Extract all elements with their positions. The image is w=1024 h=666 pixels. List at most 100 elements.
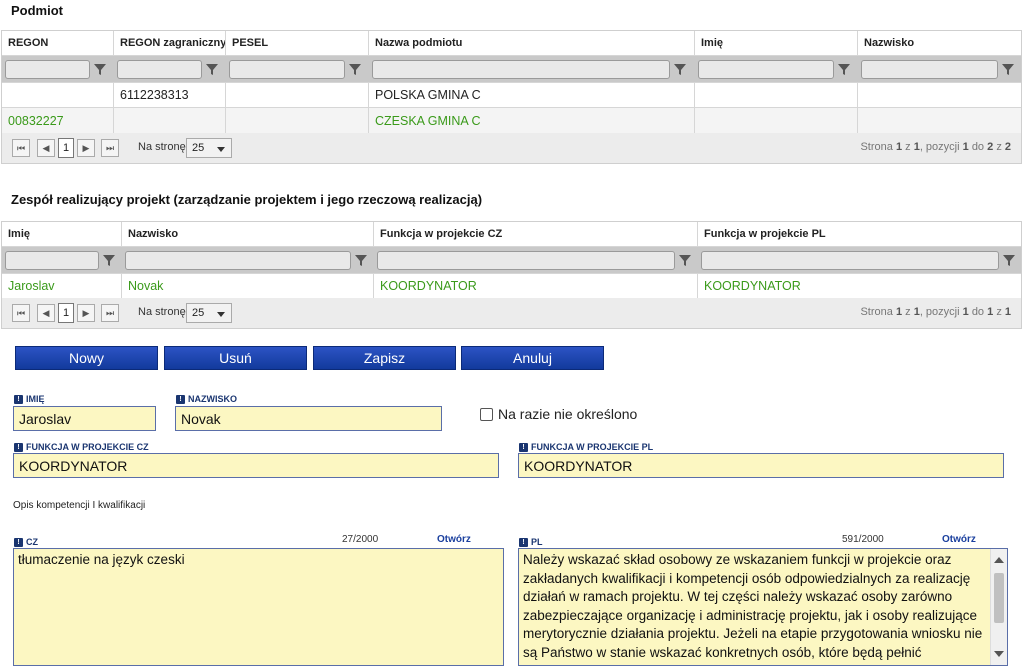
cz-open-link[interactable]: Otwórz xyxy=(437,534,471,545)
filter-funnel-icon[interactable] xyxy=(837,62,851,76)
filter-nazwisko-input[interactable] xyxy=(125,250,351,270)
cell-imie xyxy=(695,108,858,133)
col-header-funkcja-cz[interactable]: Funkcja w projekcie CZ xyxy=(374,222,698,246)
filter-imie-input[interactable] xyxy=(5,250,99,270)
table-row[interactable]: Jaroslav Novak KOORDYNATOR KOORDYNATOR xyxy=(2,274,1021,298)
delete-button[interactable]: Usuń xyxy=(164,346,307,370)
first-page-button[interactable]: ⏮ xyxy=(12,304,30,322)
filter-funkcja-pl-input[interactable] xyxy=(701,250,999,270)
zespol-grid: Imię Nazwisko Funkcja w projekcie CZ Fun… xyxy=(1,221,1022,298)
table-row[interactable]: 00832227 CZESKA GMINA C xyxy=(2,108,1021,133)
cell-regon xyxy=(2,83,114,107)
last-page-button[interactable]: ⏭ xyxy=(101,304,119,322)
col-header-nazwisko[interactable]: Nazwisko xyxy=(122,222,374,246)
pager-info: Strona 1 z 1, pozycji 1 do 2 z 2 xyxy=(860,141,1011,153)
filter-funnel-icon[interactable] xyxy=(354,253,368,267)
col-header-pesel[interactable]: PESEL xyxy=(226,31,369,55)
per-page-value: 25 xyxy=(192,142,205,154)
pl-open-link[interactable]: Otwórz xyxy=(942,534,976,545)
pl-label: ! PL xyxy=(519,537,543,547)
filter-funnel-icon[interactable] xyxy=(1001,62,1015,76)
last-page-button[interactable]: ⏭ xyxy=(101,139,119,157)
funkcja-cz-label-text: Funkcja w projekcie CZ xyxy=(26,442,149,452)
cell-nazwa: POLSKA GMINA C xyxy=(369,83,695,107)
col-header-nazwa[interactable]: Nazwa podmiotu xyxy=(369,31,695,55)
page-number-input[interactable]: 1 xyxy=(58,138,74,158)
cell-imie xyxy=(695,83,858,107)
pager-info-page: 1 xyxy=(895,306,903,318)
pl-textarea-text: Należy wskazać skład osobowy ze wskazani… xyxy=(523,552,983,665)
page-number-input[interactable]: 1 xyxy=(58,303,74,323)
cell-regon: 00832227 xyxy=(2,108,114,133)
filter-funnel-icon[interactable] xyxy=(93,62,107,76)
scroll-up-icon[interactable] xyxy=(994,557,1004,563)
col-header-imie[interactable]: Imię xyxy=(2,222,122,246)
pager-info-to: 2 xyxy=(987,141,994,153)
cz-textarea[interactable]: tłumaczenie na język czeski xyxy=(13,548,504,666)
filter-nazwa-input[interactable] xyxy=(372,59,670,79)
filter-funnel-icon[interactable] xyxy=(205,62,219,76)
new-button[interactable]: Nowy xyxy=(15,346,158,370)
pager-info-from: 1 xyxy=(962,141,969,153)
col-header-regon[interactable]: REGON xyxy=(2,31,114,55)
cell-funkcja-cz: KOORDYNATOR xyxy=(374,274,698,298)
pager-info-z: z xyxy=(996,306,1002,318)
nazwisko-label-text: Nazwisko xyxy=(188,394,237,404)
save-button[interactable]: Zapisz xyxy=(313,346,456,370)
filter-funnel-icon[interactable] xyxy=(348,62,362,76)
podmiot-title: Podmiot xyxy=(11,3,63,18)
filter-funkcja-cz-input[interactable] xyxy=(377,250,675,270)
zespol-filter-row xyxy=(2,247,1021,274)
filter-imie-input[interactable] xyxy=(698,59,834,79)
funkcja-cz-field[interactable]: KOORDYNATOR xyxy=(13,453,499,478)
chevron-down-icon xyxy=(217,312,225,317)
table-row[interactable]: 6112238313 POLSKA GMINA C xyxy=(2,83,1021,108)
filter-nazwisko-input[interactable] xyxy=(861,59,998,79)
per-page-value: 25 xyxy=(192,307,205,319)
cell-nazwa: CZESKA GMINA C xyxy=(369,108,695,133)
required-icon: ! xyxy=(14,394,23,404)
funkcja-pl-field[interactable]: KOORDYNATOR xyxy=(518,453,1004,478)
col-header-imie[interactable]: Imię xyxy=(695,31,858,55)
per-page-select[interactable]: 25 xyxy=(186,138,232,158)
imie-label: ! Imię xyxy=(14,394,45,404)
pager-info-pos: , pozycji xyxy=(919,141,960,153)
prev-page-button[interactable]: ◀ xyxy=(37,139,55,157)
col-header-funkcja-pl[interactable]: Funkcja w projekcie PL xyxy=(698,222,1023,246)
pl-char-counter: 591/2000 xyxy=(842,534,884,545)
prev-page-button[interactable]: ◀ xyxy=(37,304,55,322)
filter-funnel-icon[interactable] xyxy=(102,253,116,267)
cancel-button[interactable]: Anuluj xyxy=(461,346,604,370)
pager-info-z: z xyxy=(996,141,1002,153)
cz-label-text: CZ xyxy=(26,537,38,547)
filter-funnel-icon[interactable] xyxy=(678,253,692,267)
unset-checkbox-label[interactable]: Na razie nie określono xyxy=(498,406,637,422)
filter-regon-zagraniczny-input[interactable] xyxy=(117,59,202,79)
per-page-select[interactable]: 25 xyxy=(186,303,232,323)
funkcja-pl-label-text: Funkcja w projekcie PL xyxy=(531,442,654,452)
cell-pesel xyxy=(226,108,369,133)
scroll-down-icon[interactable] xyxy=(994,651,1004,657)
unset-checkbox[interactable] xyxy=(480,408,493,421)
filter-funnel-icon[interactable] xyxy=(673,62,687,76)
scroll-thumb[interactable] xyxy=(994,573,1004,623)
filter-pesel-input[interactable] xyxy=(229,59,345,79)
filter-regon-input[interactable] xyxy=(5,59,90,79)
pager-info-prefix: Strona xyxy=(860,306,893,318)
required-icon: ! xyxy=(14,537,23,547)
pl-scrollbar[interactable] xyxy=(990,549,1007,665)
first-page-button[interactable]: ⏮ xyxy=(12,139,30,157)
pl-textarea[interactable]: Należy wskazać skład osobowy ze wskazani… xyxy=(518,548,1008,666)
nazwisko-field[interactable]: Novak xyxy=(175,406,442,431)
imie-field[interactable]: Jaroslav xyxy=(13,406,156,431)
filter-funnel-icon[interactable] xyxy=(1002,253,1016,267)
cz-label: ! CZ xyxy=(14,537,38,547)
required-icon: ! xyxy=(519,442,528,452)
zespol-header-row: Imię Nazwisko Funkcja w projekcie CZ Fun… xyxy=(2,222,1021,247)
next-page-button[interactable]: ▶ xyxy=(77,139,95,157)
col-header-nazwisko[interactable]: Nazwisko xyxy=(858,31,1023,55)
podmiot-header-row: REGON REGON zagraniczny PESEL Nazwa podm… xyxy=(2,31,1021,56)
pager-info-page: 1 xyxy=(895,141,903,153)
col-header-regon-zagraniczny[interactable]: REGON zagraniczny xyxy=(114,31,226,55)
next-page-button[interactable]: ▶ xyxy=(77,304,95,322)
